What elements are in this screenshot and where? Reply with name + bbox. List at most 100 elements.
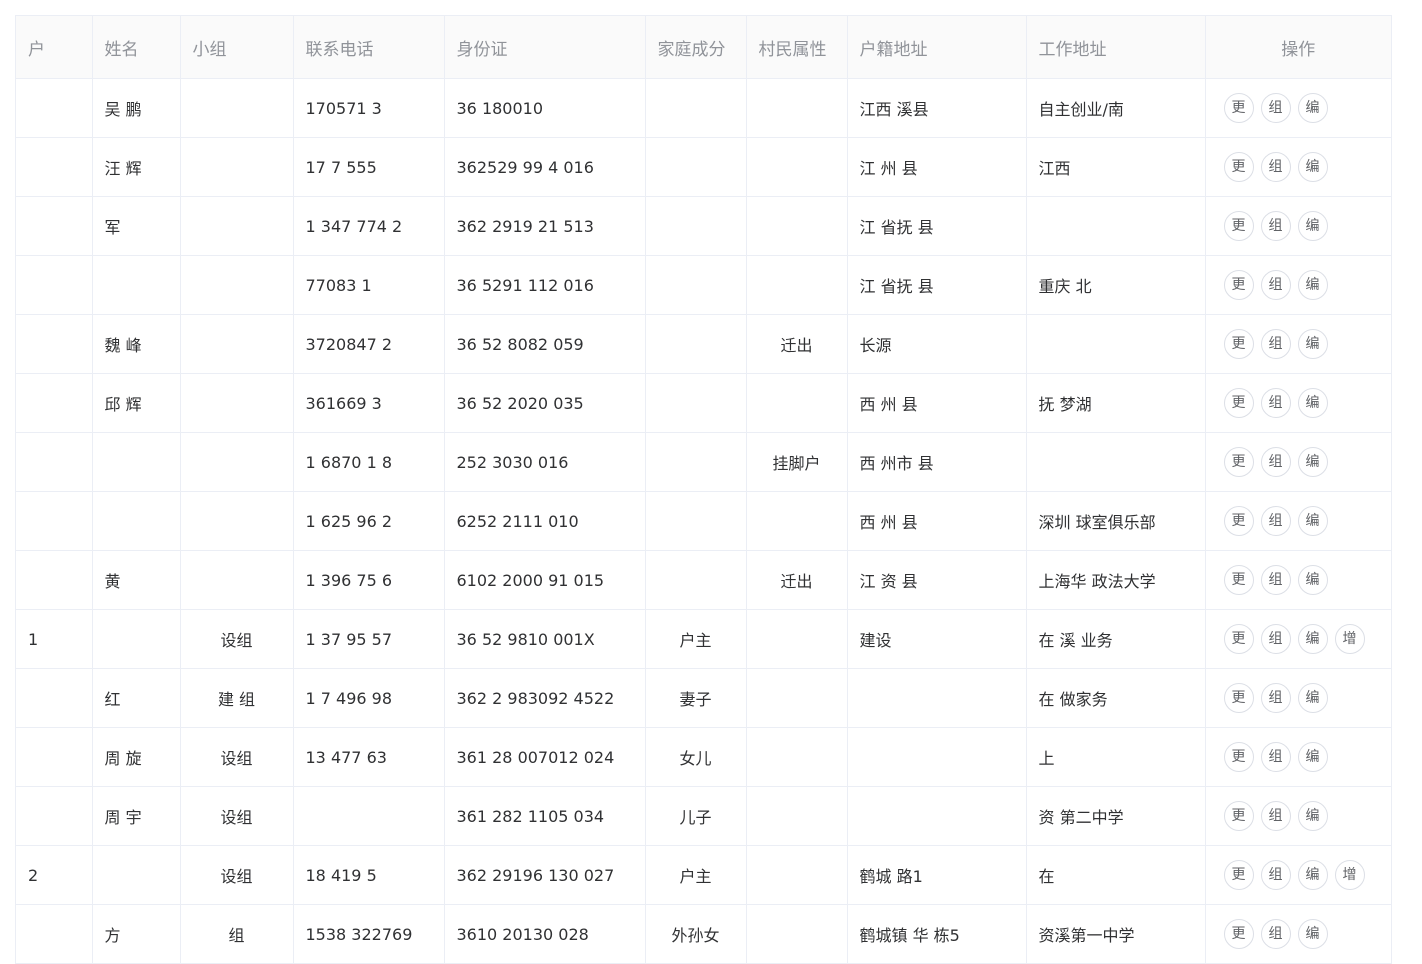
more-button[interactable]: 更 — [1223, 860, 1254, 890]
edit-button[interactable]: 编 — [1297, 93, 1328, 123]
edit-button[interactable]: 编 — [1297, 742, 1328, 772]
cell-address — [847, 727, 1027, 787]
add-member-button[interactable]: 增 — [1334, 860, 1365, 890]
table-body: 吴 鹏 170571 3 36 180010 江西 溪县 自主创业/南更组编汪 辉 17 … — [16, 78, 1391, 964]
add-member-button[interactable]: 增 — [1334, 624, 1365, 654]
group-button[interactable]: 组 — [1260, 742, 1291, 772]
edit-button[interactable]: 编 — [1297, 565, 1328, 595]
group-button[interactable]: 组 — [1260, 211, 1291, 241]
cell-hu — [16, 727, 93, 787]
table-row: 周 宇设组 361 282 1105 034 儿子 资 第二中学更组编 — [16, 786, 1391, 846]
table-row: 邱 辉 361669 3 36 52 2020 035 西 州 县抚 梦湖更组编 — [16, 373, 1391, 433]
edit-button[interactable]: 编 — [1297, 211, 1328, 241]
cell-name: 军 — [92, 196, 181, 256]
col-header-address[interactable]: 户籍地址 — [847, 15, 1027, 79]
cell-id-number: 362 2 983092 4522 — [444, 668, 646, 728]
cell-attr — [746, 609, 848, 669]
col-header-family[interactable]: 家庭成分 — [645, 15, 747, 79]
more-button[interactable]: 更 — [1223, 624, 1254, 654]
col-header-name[interactable]: 姓名 — [92, 15, 181, 79]
col-header-phone[interactable]: 联系电话 — [293, 15, 445, 79]
edit-button[interactable]: 编 — [1297, 860, 1328, 890]
cell-address: 长源 — [847, 314, 1027, 374]
cell-family — [645, 550, 747, 610]
cell-work: 抚 梦湖 — [1026, 373, 1206, 433]
edit-button[interactable]: 编 — [1297, 624, 1328, 654]
cell-name — [92, 845, 181, 905]
cell-phone: 1 37 95 57 — [293, 609, 445, 669]
cell-attr: 迁出 — [746, 550, 848, 610]
col-header-group[interactable]: 小组 — [180, 15, 294, 79]
cell-name: 魏 峰 — [92, 314, 181, 374]
group-button[interactable]: 组 — [1260, 447, 1291, 477]
more-button[interactable]: 更 — [1223, 683, 1254, 713]
cell-work: 重庆 北 — [1026, 255, 1206, 315]
cell-phone: 13 477 63 — [293, 727, 445, 787]
group-button[interactable]: 组 — [1260, 270, 1291, 300]
cell-address — [847, 668, 1027, 728]
table-row: 周 旋设组 13 477 63 361 28 007012 024 女儿 上更组编 — [16, 727, 1391, 787]
cell-address — [847, 786, 1027, 846]
group-button[interactable]: 组 — [1260, 624, 1291, 654]
cell-phone: 18 419 5 — [293, 845, 445, 905]
cell-work: 江西 — [1026, 137, 1206, 197]
edit-button[interactable]: 编 — [1297, 506, 1328, 536]
more-button[interactable]: 更 — [1223, 93, 1254, 123]
cell-work: 上海华 政法大学 — [1026, 550, 1206, 610]
edit-button[interactable]: 编 — [1297, 329, 1328, 359]
cell-family: 女儿 — [645, 727, 747, 787]
cell-attr — [746, 727, 848, 787]
cell-actions: 更组编 — [1205, 727, 1391, 787]
group-button[interactable]: 组 — [1260, 683, 1291, 713]
more-button[interactable]: 更 — [1223, 801, 1254, 831]
cell-phone — [293, 786, 445, 846]
col-header-attr[interactable]: 村民属性 — [746, 15, 848, 79]
cell-name: 黄 — [92, 550, 181, 610]
cell-group — [180, 314, 294, 374]
group-button[interactable]: 组 — [1260, 152, 1291, 182]
table-row: 2 设组 18 419 5 362 29196 130 027 户主 鹤城 路1 在更组编增 — [16, 845, 1391, 905]
cell-group — [180, 78, 294, 138]
cell-attr — [746, 255, 848, 315]
edit-button[interactable]: 编 — [1297, 919, 1328, 949]
cell-family: 儿子 — [645, 786, 747, 846]
group-button[interactable]: 组 — [1260, 506, 1291, 536]
cell-attr — [746, 668, 848, 728]
col-header-work[interactable]: 工作地址 — [1026, 15, 1206, 79]
resident-table-wrapper: 户 姓名 小组 联系电话 身份证 家庭成分 村民属性 户籍地址 工作地址 操作 … — [15, 15, 1392, 964]
group-button[interactable]: 组 — [1260, 93, 1291, 123]
edit-button[interactable]: 编 — [1297, 152, 1328, 182]
cell-attr — [746, 78, 848, 138]
more-button[interactable]: 更 — [1223, 152, 1254, 182]
group-button[interactable]: 组 — [1260, 329, 1291, 359]
col-header-hu[interactable]: 户 — [16, 15, 93, 79]
more-button[interactable]: 更 — [1223, 742, 1254, 772]
more-button[interactable]: 更 — [1223, 329, 1254, 359]
cell-hu — [16, 137, 93, 197]
edit-button[interactable]: 编 — [1297, 270, 1328, 300]
more-button[interactable]: 更 — [1223, 211, 1254, 241]
table-row: 吴 鹏 170571 3 36 180010 江西 溪县 自主创业/南更组编 — [16, 78, 1391, 138]
edit-button[interactable]: 编 — [1297, 683, 1328, 713]
more-button[interactable]: 更 — [1223, 270, 1254, 300]
more-button[interactable]: 更 — [1223, 919, 1254, 949]
group-button[interactable]: 组 — [1260, 919, 1291, 949]
cell-work: 在 溪 业务 — [1026, 609, 1206, 669]
cell-work: 在 — [1026, 845, 1206, 905]
more-button[interactable]: 更 — [1223, 388, 1254, 418]
edit-button[interactable]: 编 — [1297, 388, 1328, 418]
group-button[interactable]: 组 — [1260, 388, 1291, 418]
group-button[interactable]: 组 — [1260, 860, 1291, 890]
cell-actions: 更组编 — [1205, 196, 1391, 256]
edit-button[interactable]: 编 — [1297, 447, 1328, 477]
cell-family — [645, 78, 747, 138]
more-button[interactable]: 更 — [1223, 506, 1254, 536]
cell-address: 江西 溪县 — [847, 78, 1027, 138]
edit-button[interactable]: 编 — [1297, 801, 1328, 831]
more-button[interactable]: 更 — [1223, 565, 1254, 595]
group-button[interactable]: 组 — [1260, 801, 1291, 831]
cell-actions: 更组编 — [1205, 491, 1391, 551]
col-header-id[interactable]: 身份证 — [444, 15, 646, 79]
more-button[interactable]: 更 — [1223, 447, 1254, 477]
group-button[interactable]: 组 — [1260, 565, 1291, 595]
